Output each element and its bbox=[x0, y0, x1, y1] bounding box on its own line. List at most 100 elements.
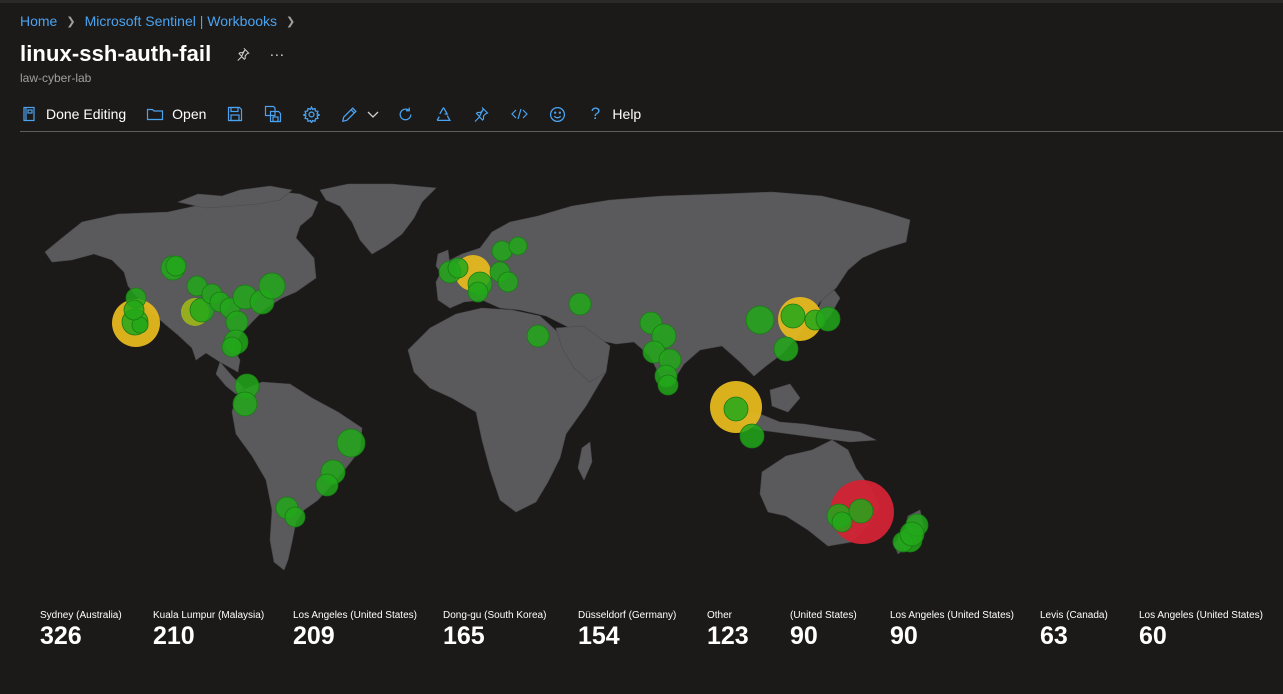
settings-button[interactable] bbox=[302, 105, 320, 123]
metric-count: 90 bbox=[890, 622, 918, 650]
done-editing-button[interactable]: Done Editing bbox=[20, 105, 126, 123]
location-bubble[interactable] bbox=[497, 271, 519, 293]
location-bubble[interactable] bbox=[447, 257, 469, 279]
metric-count: 326 bbox=[40, 622, 82, 650]
metric-tile[interactable]: Kuala Lumpur (Malaysia) 210 bbox=[153, 610, 264, 651]
metric-location-label: Los Angeles (United States) bbox=[1139, 610, 1263, 621]
location-bubble[interactable] bbox=[508, 236, 528, 256]
metric-tile[interactable]: Los Angeles (United States) 90 bbox=[890, 610, 1014, 651]
location-bubble[interactable] bbox=[232, 391, 258, 417]
location-bubble[interactable] bbox=[258, 272, 286, 300]
smiley-icon bbox=[548, 105, 566, 123]
edit-dropdown-button[interactable] bbox=[364, 105, 382, 123]
metric-count: 210 bbox=[153, 622, 195, 650]
location-bubble[interactable] bbox=[165, 255, 187, 277]
madagascar-landmass bbox=[577, 441, 593, 481]
metric-count: 123 bbox=[707, 622, 749, 650]
feedback-button[interactable] bbox=[548, 105, 566, 123]
metric-count: 60 bbox=[1139, 622, 1167, 650]
metric-count: 63 bbox=[1040, 622, 1068, 650]
borneo-landmass bbox=[769, 383, 801, 413]
location-bubble[interactable] bbox=[745, 305, 775, 335]
location-bubble[interactable] bbox=[123, 299, 145, 321]
edit-button[interactable] bbox=[340, 105, 358, 123]
toolbar-divider bbox=[20, 131, 1283, 132]
metric-location-label: Düsseldorf (Germany) bbox=[578, 610, 677, 621]
page-title: linux-ssh-auth-fail bbox=[20, 41, 212, 66]
location-bubble[interactable] bbox=[780, 303, 806, 329]
breadcrumb-workbooks-link[interactable]: Microsoft Sentinel | Workbooks bbox=[85, 13, 277, 29]
location-bubble[interactable] bbox=[284, 506, 306, 528]
location-bubble[interactable] bbox=[336, 428, 366, 458]
metric-tile[interactable]: Düsseldorf (Germany) 154 bbox=[578, 610, 676, 651]
refresh-button[interactable] bbox=[396, 105, 414, 123]
location-bubble[interactable] bbox=[221, 336, 243, 358]
folder-icon bbox=[146, 105, 164, 123]
save-as-icon bbox=[264, 105, 282, 123]
more-options-icon[interactable]: ··· bbox=[269, 46, 284, 63]
chevron-down-icon bbox=[364, 105, 382, 123]
metric-location-label: Sydney (Australia) bbox=[40, 610, 122, 621]
gear-icon bbox=[302, 105, 320, 123]
location-bubble[interactable] bbox=[467, 281, 489, 303]
done-editing-label: Done Editing bbox=[46, 106, 127, 122]
greenland-landmass bbox=[319, 183, 437, 255]
location-bubble[interactable] bbox=[848, 498, 874, 524]
help-button[interactable]: ? Help bbox=[586, 104, 642, 123]
pin-icon[interactable] bbox=[235, 46, 251, 62]
metric-count: 165 bbox=[443, 622, 485, 650]
open-button[interactable]: Open bbox=[146, 105, 206, 123]
open-label: Open bbox=[172, 106, 207, 122]
continents bbox=[44, 183, 925, 571]
metric-tile[interactable]: Sydney (Australia) 326 bbox=[40, 610, 122, 651]
location-bubble[interactable] bbox=[831, 511, 853, 533]
save-button[interactable] bbox=[226, 105, 244, 123]
refresh-icon bbox=[396, 105, 414, 123]
location-bubble[interactable] bbox=[723, 396, 749, 422]
metrics-tiles: Sydney (Australia) 326 Kuala Lumpur (Mal… bbox=[0, 610, 1283, 670]
metric-tile[interactable]: Los Angeles (United States) 209 bbox=[293, 610, 417, 651]
title-row: linux-ssh-auth-fail ··· bbox=[20, 41, 284, 67]
world-map[interactable] bbox=[0, 150, 1283, 610]
pin-button[interactable] bbox=[472, 105, 490, 123]
location-bubble[interactable] bbox=[526, 324, 550, 348]
top-border bbox=[0, 0, 1283, 3]
metric-location-label: Dong-gu (South Korea) bbox=[443, 610, 547, 621]
toolbar: Done Editing Open ? Help bbox=[20, 101, 661, 127]
metric-location-label: Other bbox=[707, 610, 733, 621]
pencil-icon bbox=[340, 105, 358, 123]
chevron-right-icon: ❯ bbox=[286, 15, 296, 28]
metric-tile[interactable]: (United States) 90 bbox=[790, 610, 857, 651]
breadcrumb-home-link[interactable]: Home bbox=[20, 13, 57, 29]
metric-count: 209 bbox=[293, 622, 335, 650]
location-bubble[interactable] bbox=[899, 521, 925, 547]
location-bubble[interactable] bbox=[739, 423, 765, 449]
code-view-button[interactable] bbox=[510, 105, 528, 123]
metric-location-label: Kuala Lumpur (Malaysia) bbox=[153, 610, 265, 621]
metric-tile[interactable]: Levis (Canada) 63 bbox=[1040, 610, 1108, 651]
metric-count: 90 bbox=[790, 622, 818, 650]
resource-subtitle: law-cyber-lab bbox=[20, 71, 92, 85]
chevron-right-icon: ❯ bbox=[66, 15, 76, 28]
save-as-button[interactable] bbox=[264, 105, 282, 123]
recycle-icon bbox=[434, 105, 452, 123]
code-icon bbox=[510, 105, 528, 123]
location-bubble[interactable] bbox=[815, 306, 841, 332]
location-bubble[interactable] bbox=[657, 374, 679, 396]
help-label: Help bbox=[612, 106, 642, 122]
question-icon: ? bbox=[590, 104, 601, 123]
metric-location-label: (United States) bbox=[790, 610, 857, 621]
metric-tile[interactable]: Dong-gu (South Korea) 165 bbox=[443, 610, 546, 651]
metric-tile[interactable]: Other 123 bbox=[707, 610, 749, 651]
metric-location-label: Los Angeles (United States) bbox=[293, 610, 417, 621]
location-bubble[interactable] bbox=[315, 473, 339, 497]
metric-tile[interactable]: Los Angeles (United States) 60 bbox=[1139, 610, 1263, 651]
auto-refresh-button[interactable] bbox=[434, 105, 452, 123]
metric-location-label: Los Angeles (United States) bbox=[890, 610, 1014, 621]
book-icon bbox=[20, 105, 38, 123]
breadcrumb: Home ❯ Microsoft Sentinel | Workbooks ❯ bbox=[20, 13, 304, 29]
metric-location-label: Levis (Canada) bbox=[1040, 610, 1108, 621]
pin-icon bbox=[472, 105, 490, 123]
location-bubble[interactable] bbox=[773, 336, 799, 362]
location-bubble[interactable] bbox=[568, 292, 592, 316]
